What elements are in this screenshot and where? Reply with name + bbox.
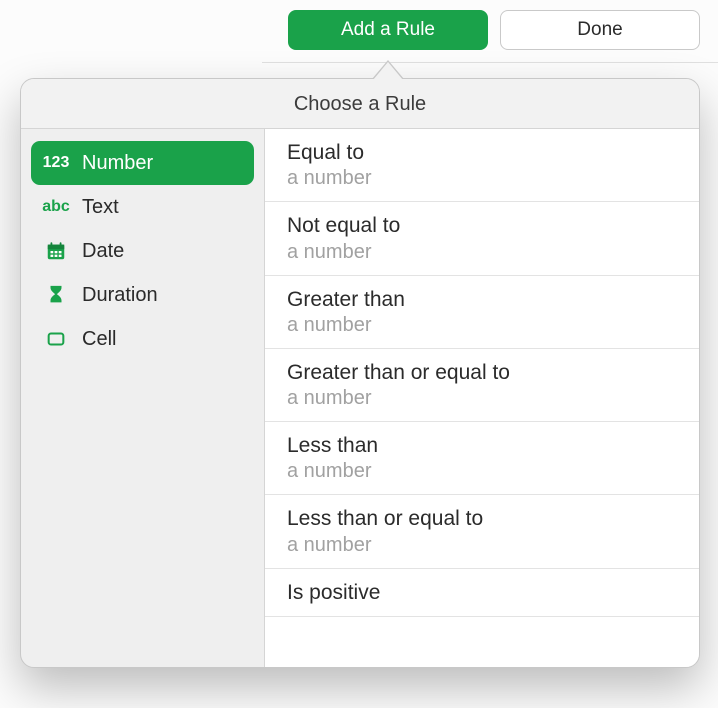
rule-title: Not equal to bbox=[287, 213, 677, 239]
toolbar: Add a Rule Done bbox=[288, 10, 700, 50]
number-icon: 123 bbox=[43, 154, 69, 172]
cell-icon bbox=[43, 328, 69, 350]
sidebar-item-label: Cell bbox=[82, 328, 116, 351]
rule-title: Less than bbox=[287, 433, 677, 459]
sidebar-item-label: Text bbox=[82, 196, 119, 219]
hourglass-icon bbox=[43, 284, 69, 306]
rule-item[interactable]: Not equal toa number bbox=[265, 202, 699, 275]
sidebar-item-label: Number bbox=[82, 152, 153, 175]
rule-title: Equal to bbox=[287, 140, 677, 166]
calendar-icon bbox=[43, 240, 69, 262]
rule-title: Greater than bbox=[287, 287, 677, 313]
sidebar-item-label: Date bbox=[82, 240, 124, 263]
rule-subtitle: a number bbox=[287, 459, 677, 484]
rule-item[interactable]: Less than or equal toa number bbox=[265, 495, 699, 568]
text-icon: abc bbox=[43, 198, 69, 216]
rule-subtitle: a number bbox=[287, 240, 677, 265]
rule-title: Less than or equal to bbox=[287, 506, 677, 532]
rule-item[interactable]: Greater thana number bbox=[265, 276, 699, 349]
done-button[interactable]: Done bbox=[500, 10, 700, 50]
rule-title: Is positive bbox=[287, 580, 677, 606]
sidebar-item-label: Duration bbox=[82, 284, 158, 307]
sidebar-item-duration[interactable]: Duration bbox=[31, 273, 254, 317]
rules-list[interactable]: Equal toa numberNot equal toa numberGrea… bbox=[265, 129, 699, 667]
rule-subtitle: a number bbox=[287, 533, 677, 558]
sidebar-item-date[interactable]: Date bbox=[31, 229, 254, 273]
sidebar-item-cell[interactable]: Cell bbox=[31, 317, 254, 361]
rule-type-sidebar: 123 Number abc Text Date Duration Cell bbox=[21, 129, 265, 667]
rule-subtitle: a number bbox=[287, 166, 677, 191]
popover-title: Choose a Rule bbox=[21, 79, 699, 129]
popover-caret bbox=[372, 60, 404, 79]
popover-body: 123 Number abc Text Date Duration Cell Equal t… bbox=[21, 129, 699, 667]
rule-item[interactable]: Equal toa number bbox=[265, 129, 699, 202]
sidebar-item-text[interactable]: abc Text bbox=[31, 185, 254, 229]
rule-item[interactable]: Is positive bbox=[265, 569, 699, 617]
toolbar-divider bbox=[262, 62, 718, 63]
choose-rule-popover: Choose a Rule 123 Number abc Text Date Durati… bbox=[20, 78, 700, 668]
rule-title: Greater than or equal to bbox=[287, 360, 677, 386]
rule-item[interactable]: Less thana number bbox=[265, 422, 699, 495]
rule-item[interactable]: Greater than or equal toa number bbox=[265, 349, 699, 422]
rule-subtitle: a number bbox=[287, 386, 677, 411]
rule-subtitle: a number bbox=[287, 313, 677, 338]
sidebar-item-number[interactable]: 123 Number bbox=[31, 141, 254, 185]
add-rule-button[interactable]: Add a Rule bbox=[288, 10, 488, 50]
